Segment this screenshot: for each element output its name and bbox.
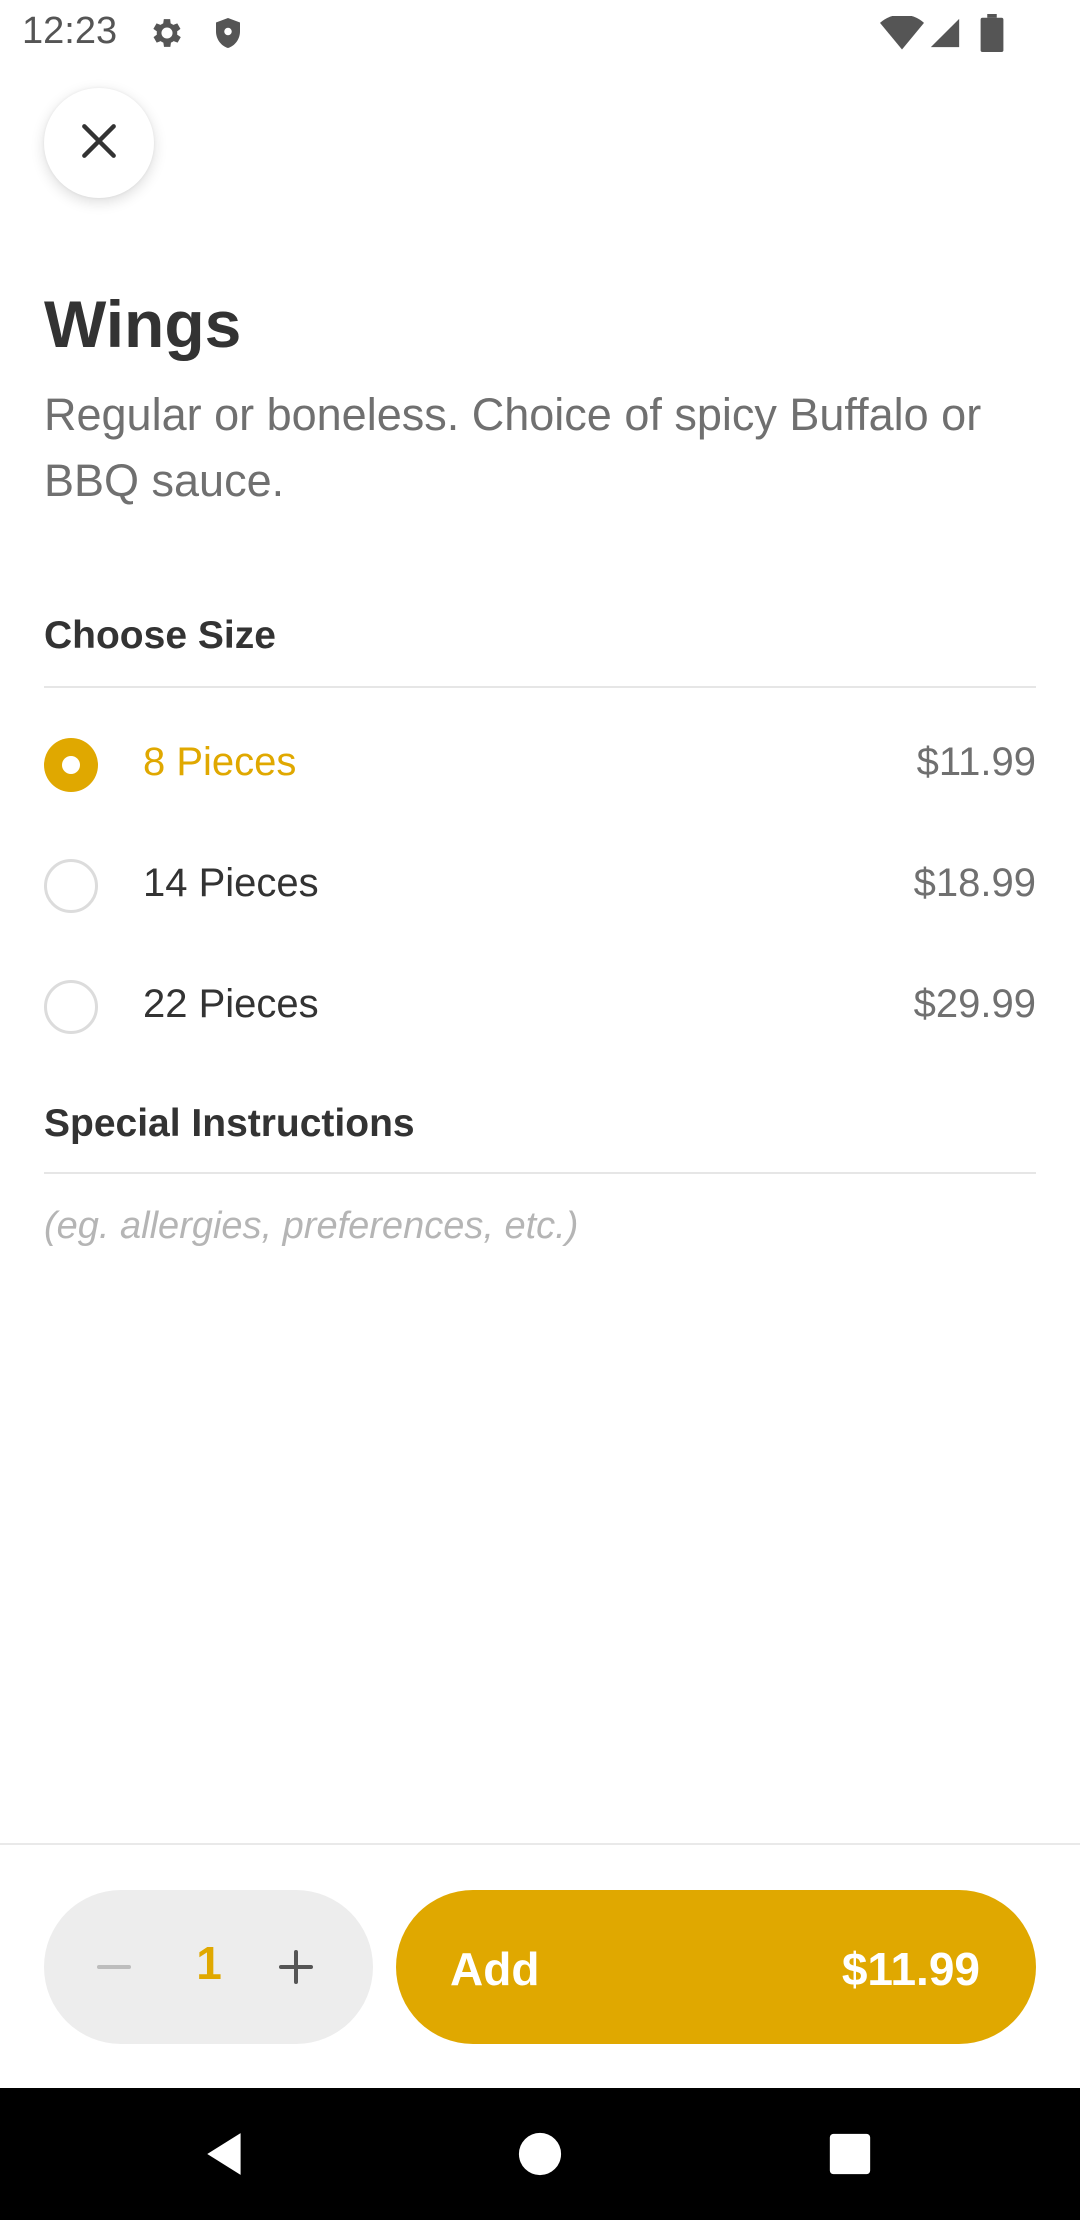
close-icon — [77, 119, 121, 168]
status-bar: 12:23 — [0, 0, 1080, 66]
size-option-price: $11.99 — [916, 740, 1036, 784]
special-instructions-input[interactable] — [44, 1196, 1036, 1256]
add-button-price: $11.99 — [841, 1943, 980, 1995]
add-button-label: Add — [450, 1943, 540, 1995]
radio-button[interactable] — [44, 980, 98, 1034]
plus-icon — [279, 1950, 313, 1984]
quantity-stepper: 1 — [44, 1890, 373, 2044]
wifi-icon — [880, 14, 924, 55]
gear-icon — [148, 14, 186, 57]
system-nav-bar — [0, 2088, 1080, 2220]
size-section-divider — [44, 686, 1036, 688]
add-to-cart-button[interactable]: Add $11.99 — [396, 1890, 1036, 2044]
size-option-label: 8 Pieces — [143, 740, 297, 784]
instructions-section-title: Special Instructions — [44, 1102, 415, 1145]
shield-icon — [210, 14, 246, 57]
size-option-label: 22 Pieces — [143, 982, 319, 1026]
quantity-value: 1 — [196, 1937, 222, 1989]
radio-button[interactable] — [44, 859, 98, 913]
minus-icon — [97, 1965, 131, 1969]
item-title: Wings — [44, 287, 242, 361]
signal-icon — [928, 16, 962, 55]
footer-divider — [0, 1843, 1080, 1845]
size-option-price: $29.99 — [913, 982, 1036, 1026]
size-option-22-pieces[interactable]: 22 Pieces $29.99 — [44, 952, 1036, 1062]
radio-button-selected[interactable] — [44, 738, 98, 792]
decrement-button[interactable] — [84, 1937, 144, 1997]
close-button[interactable] — [44, 88, 154, 198]
size-option-price: $18.99 — [913, 861, 1036, 905]
battery-icon — [980, 14, 1004, 57]
size-option-label: 14 Pieces — [143, 861, 319, 905]
back-icon[interactable] — [196, 2124, 256, 2184]
recents-icon[interactable] — [820, 2124, 880, 2184]
instructions-divider — [44, 1172, 1036, 1174]
item-description: Regular or boneless. Choice of spicy Buf… — [44, 389, 982, 506]
size-option-14-pieces[interactable]: 14 Pieces $18.99 — [44, 831, 1036, 941]
size-option-8-pieces[interactable]: 8 Pieces $11.99 — [44, 710, 1036, 820]
size-section-title: Choose Size — [44, 614, 276, 657]
status-time: 12:23 — [22, 10, 118, 52]
increment-button[interactable] — [266, 1937, 326, 1997]
home-icon[interactable] — [510, 2124, 570, 2184]
